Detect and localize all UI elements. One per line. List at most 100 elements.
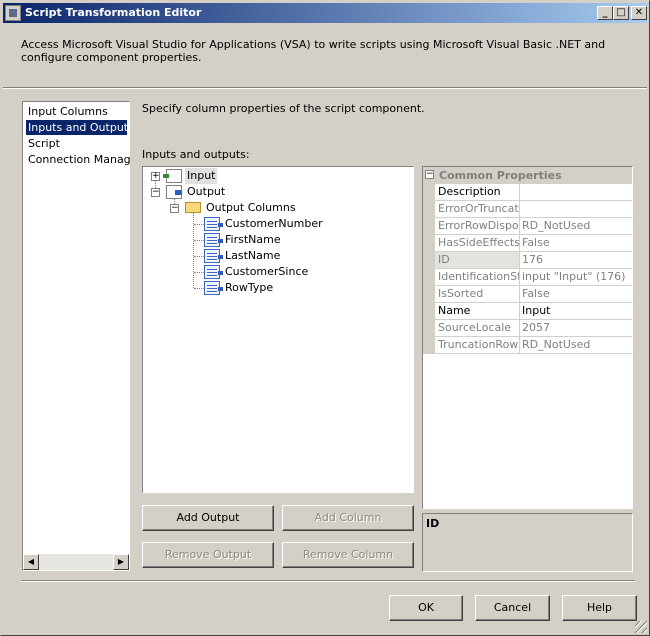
property-help-pane: ID	[422, 513, 633, 572]
property-row[interactable]: IdentificationStri input "Input" (176)	[423, 269, 632, 286]
ok-button[interactable]: OK	[389, 595, 463, 621]
nav-item-inputs-and-outputs[interactable]: Inputs and Outputs	[26, 120, 127, 135]
property-name: HasSideEffects	[435, 235, 520, 252]
column-icon	[204, 217, 223, 231]
help-button[interactable]: Help	[562, 595, 637, 621]
property-gutter	[423, 320, 435, 337]
property-name: Name	[435, 303, 520, 320]
nav-item-input-columns[interactable]: Input Columns	[26, 104, 130, 119]
property-gutter	[423, 184, 435, 201]
tree-node-column[interactable]: FirstName	[143, 232, 403, 248]
property-row[interactable]: IsSorted False	[423, 286, 632, 303]
property-value[interactable]: False	[520, 235, 632, 252]
output-icon	[166, 185, 182, 199]
property-gutter	[423, 218, 435, 235]
property-value[interactable]: Input	[520, 303, 632, 320]
property-gutter	[423, 235, 435, 252]
tree-label-input[interactable]: Input	[185, 168, 218, 184]
tree-label-column[interactable]: RowType	[225, 280, 273, 296]
add-column-button[interactable]: Add Column	[282, 505, 414, 531]
tree-label-output[interactable]: Output	[187, 184, 225, 200]
property-row[interactable]: TruncationRowD RD_NotUsed	[423, 337, 632, 354]
property-row[interactable]: ID 176	[423, 252, 632, 269]
tree-node-input[interactable]: + Input	[143, 168, 403, 184]
column-icon	[204, 249, 223, 263]
app-icon	[5, 5, 21, 21]
nav-item-connection-managers[interactable]: Connection Managers	[26, 152, 130, 167]
close-button[interactable]: ✕	[631, 6, 647, 20]
collapse-icon[interactable]: −	[170, 204, 179, 213]
property-value[interactable]: 176	[520, 252, 632, 269]
property-category-header[interactable]: − Common Properties	[423, 167, 632, 184]
property-name: Description	[435, 184, 520, 201]
page-navigation-list[interactable]: Input Columns Inputs and Outputs Script …	[22, 101, 130, 571]
column-icon	[204, 233, 223, 247]
editor-description: Access Microsoft Visual Studio for Appli…	[21, 38, 606, 64]
remove-output-button[interactable]: Remove Output	[142, 542, 274, 568]
input-icon	[163, 169, 182, 183]
remove-column-button[interactable]: Remove Column	[282, 542, 414, 568]
maximize-button[interactable]: □	[613, 6, 629, 20]
footer-divider	[21, 580, 635, 582]
tree-node-output[interactable]: − Output	[143, 184, 403, 200]
instruction-text: Specify column properties of the script …	[142, 102, 425, 115]
property-help-title: ID	[426, 517, 440, 530]
property-gutter	[423, 201, 435, 218]
property-name: ErrorOrTruncatic	[435, 201, 520, 218]
collapse-icon[interactable]: −	[151, 188, 160, 197]
property-name: IdentificationStri	[435, 269, 520, 286]
tree-label-column[interactable]: LastName	[225, 248, 280, 264]
tree-label-output-columns[interactable]: Output Columns	[206, 200, 296, 216]
script-transformation-editor-window: Script Transformation Editor _ □ ✕ Acces…	[0, 0, 650, 636]
column-icon	[204, 281, 223, 295]
tree-node-column[interactable]: RowType	[143, 280, 403, 296]
inputs-outputs-tree[interactable]: + Input − Output − Output Columns Custom…	[142, 166, 414, 493]
property-row[interactable]: ErrorOrTruncatic	[423, 201, 632, 218]
property-row[interactable]: SourceLocale 2057	[423, 320, 632, 337]
cancel-button[interactable]: Cancel	[475, 595, 550, 621]
property-gutter	[423, 286, 435, 303]
tree-node-output-columns[interactable]: − Output Columns	[143, 200, 403, 216]
minimize-button[interactable]: _	[597, 6, 613, 20]
collapse-icon[interactable]: −	[425, 170, 434, 179]
property-name: SourceLocale	[435, 320, 520, 337]
property-row[interactable]: Name Input	[423, 303, 632, 320]
folder-icon	[185, 202, 201, 213]
property-grid[interactable]: − Common Properties Description ErrorOrT…	[422, 166, 633, 509]
property-name: ErrorRowDisposi	[435, 218, 520, 235]
title-bar[interactable]: Script Transformation Editor _ □ ✕	[3, 3, 647, 23]
property-gutter	[423, 337, 435, 354]
expand-icon[interactable]: +	[151, 172, 160, 181]
window-title: Script Transformation Editor	[25, 6, 202, 19]
property-gutter	[423, 269, 435, 286]
tree-label-column[interactable]: CustomerSince	[225, 264, 308, 280]
nav-item-script[interactable]: Script	[26, 136, 130, 151]
property-row[interactable]: Description	[423, 184, 632, 201]
tree-node-column[interactable]: LastName	[143, 248, 403, 264]
scroll-left-arrow-icon[interactable]: ◀	[23, 554, 39, 570]
property-gutter	[423, 303, 435, 320]
header-divider	[3, 87, 647, 89]
inputs-outputs-label: Inputs and outputs:	[142, 148, 250, 161]
tree-node-column[interactable]: CustomerNumber	[143, 216, 403, 232]
tree-label-column[interactable]: CustomerNumber	[225, 216, 323, 232]
column-icon	[204, 265, 223, 279]
property-value[interactable]: RD_NotUsed	[520, 337, 632, 354]
tree-label-column[interactable]: FirstName	[225, 232, 281, 248]
add-output-button[interactable]: Add Output	[142, 505, 274, 531]
property-row[interactable]: ErrorRowDisposi RD_NotUsed	[423, 218, 632, 235]
tree-node-column[interactable]: CustomerSince	[143, 264, 403, 280]
property-row[interactable]: HasSideEffects False	[423, 235, 632, 252]
property-category-label: Common Properties	[439, 169, 562, 182]
property-gutter	[423, 252, 435, 269]
property-value[interactable]: input "Input" (176)	[520, 269, 632, 286]
scroll-right-arrow-icon[interactable]: ▶	[113, 554, 129, 570]
property-value[interactable]: False	[520, 286, 632, 303]
property-value[interactable]	[520, 201, 632, 218]
property-value[interactable]: 2057	[520, 320, 632, 337]
resize-grip-icon[interactable]	[635, 621, 647, 633]
property-value[interactable]: RD_NotUsed	[520, 218, 632, 235]
property-value[interactable]	[520, 184, 632, 201]
property-name: IsSorted	[435, 286, 520, 303]
nav-horizontal-scrollbar[interactable]: ◀ ▶	[23, 554, 129, 570]
